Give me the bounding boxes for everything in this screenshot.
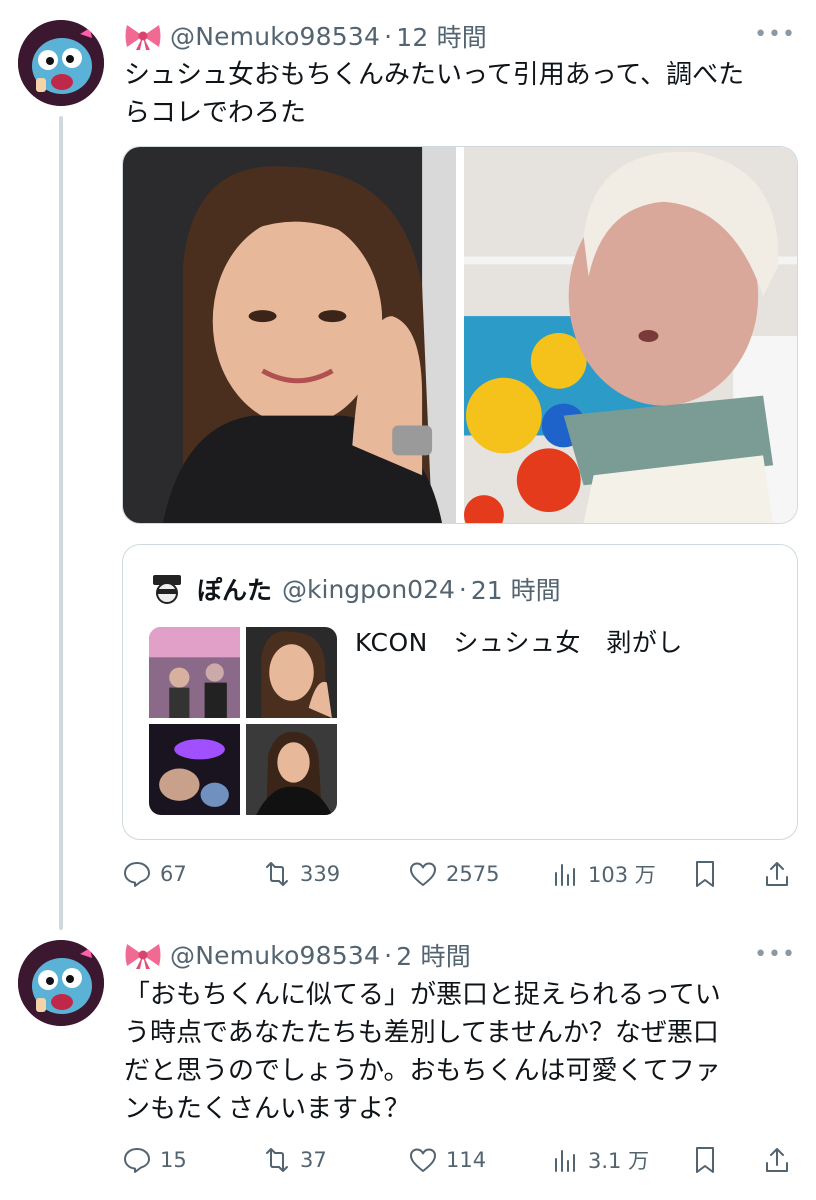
bookmark-button[interactable] xyxy=(690,1140,720,1180)
share-button[interactable] xyxy=(762,1140,792,1180)
retweet-count: 37 xyxy=(300,1148,327,1172)
avatar[interactable] xyxy=(18,20,104,106)
views-button[interactable]: 3.1 万 xyxy=(550,1140,649,1180)
bow-emoji-icon xyxy=(125,944,161,969)
bookmark-button[interactable] xyxy=(690,854,720,894)
like-button[interactable]: 2575 xyxy=(408,854,499,894)
retweet-button[interactable]: 339 xyxy=(262,854,340,894)
more-icon[interactable]: ••• xyxy=(754,22,796,47)
tweet-actions: 67 339 2575 103 万 xyxy=(122,854,802,894)
like-count: 2575 xyxy=(446,862,500,886)
reply-button[interactable]: 15 xyxy=(122,1140,187,1180)
avatar[interactable] xyxy=(18,940,104,1026)
quote-media-image[interactable] xyxy=(149,627,240,718)
share-button[interactable] xyxy=(762,854,792,894)
like-count: 114 xyxy=(446,1148,487,1172)
reply-icon xyxy=(124,1148,150,1173)
thread-line xyxy=(59,116,63,930)
tweet-text: 「おもちくんに似てる」が悪口と捉えられるってい う時点であなたたちも差別してませ… xyxy=(124,980,721,1124)
tweet-actions: 15 37 114 3.1 万 xyxy=(122,1140,802,1180)
more-icon[interactable]: ••• xyxy=(754,942,796,967)
share-icon xyxy=(766,1148,788,1172)
media-image-left[interactable] xyxy=(123,147,456,523)
tweet-text: シュシュ女おもちくんみたいって引用あって、調べた らコレでわろた xyxy=(124,60,745,128)
separator: · xyxy=(384,21,393,51)
timestamp[interactable]: 2 時間 xyxy=(396,937,471,973)
tweet-media[interactable] xyxy=(122,146,798,524)
user-handle[interactable]: @Nemuko98534 xyxy=(170,941,380,970)
tweet-header: @Nemuko98534 · 12 時間 xyxy=(124,18,487,54)
tweet-header: @Nemuko98534 · 2 時間 xyxy=(124,937,471,973)
views-icon xyxy=(555,1150,575,1172)
quote-header: ぽんた @kingpon024 · 21 時間 xyxy=(147,569,561,609)
bow-emoji-icon xyxy=(125,25,161,50)
quote-media-grid[interactable] xyxy=(149,627,337,815)
reply-button[interactable]: 67 xyxy=(122,854,187,894)
retweet-icon xyxy=(266,1148,288,1172)
quote-timestamp[interactable]: 21 時間 xyxy=(471,571,561,607)
reply-count: 67 xyxy=(160,862,187,886)
bookmark-icon xyxy=(696,861,714,887)
quote-handle[interactable]: @kingpon024 xyxy=(282,575,455,604)
retweet-icon xyxy=(266,862,288,886)
retweet-count: 339 xyxy=(300,862,341,886)
quote-avatar[interactable] xyxy=(147,569,187,609)
separator: · xyxy=(458,574,467,604)
heart-icon xyxy=(410,862,436,886)
reply-icon xyxy=(124,862,150,887)
quote-media-image[interactable] xyxy=(246,724,337,815)
quoted-tweet[interactable]: ぽんた @kingpon024 · 21 時間 KCON シュシュ女 剥がし xyxy=(122,544,798,840)
quote-media-image[interactable] xyxy=(246,627,337,718)
quote-text: KCON シュシュ女 剥がし xyxy=(355,628,683,657)
quote-display-name[interactable]: ぽんた xyxy=(197,571,272,607)
view-count: 3.1 万 xyxy=(588,1149,650,1173)
views-icon xyxy=(555,864,575,886)
view-count: 103 万 xyxy=(588,863,656,887)
like-button[interactable]: 114 xyxy=(408,1140,486,1180)
user-handle[interactable]: @Nemuko98534 xyxy=(170,22,380,51)
media-image-right[interactable] xyxy=(464,147,797,523)
share-icon xyxy=(766,862,788,886)
timestamp[interactable]: 12 時間 xyxy=(396,18,487,54)
quote-media-image[interactable] xyxy=(149,724,240,815)
bookmark-icon xyxy=(696,1147,714,1173)
heart-icon xyxy=(410,1148,436,1172)
reply-count: 15 xyxy=(160,1148,187,1172)
retweet-button[interactable]: 37 xyxy=(262,1140,327,1180)
views-button[interactable]: 103 万 xyxy=(550,854,656,894)
separator: · xyxy=(384,940,393,970)
